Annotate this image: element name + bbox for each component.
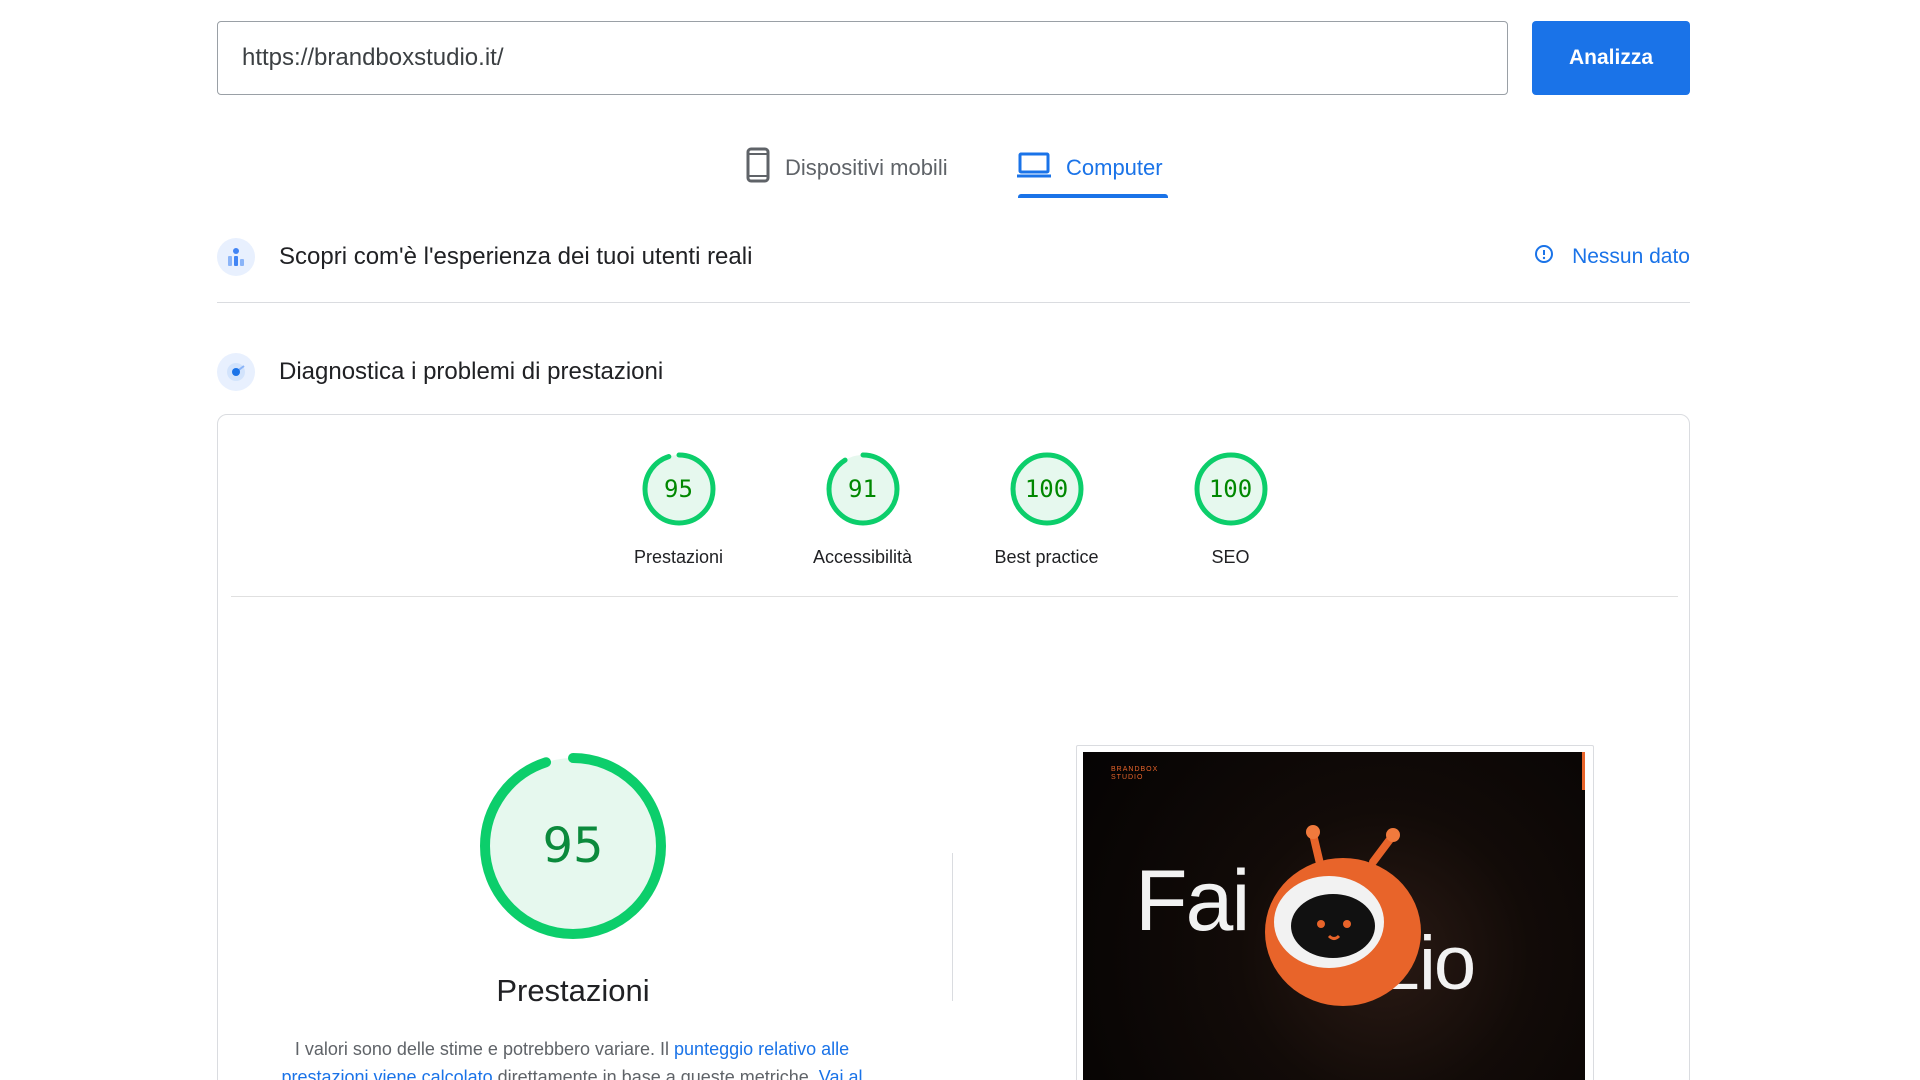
gauge-seo[interactable]: 100 SEO — [1139, 451, 1323, 568]
gauge-value: 95 — [664, 475, 693, 503]
diagnostics-section-header: Diagnostica i problemi di prestazioni — [217, 352, 1690, 392]
preview-brand-line: STUDIO — [1111, 774, 1144, 781]
gauge-label: Prestazioni — [633, 547, 724, 567]
score-gauges: 95 Prestazioni 91 Accessibilità 100 Best… — [218, 451, 1691, 568]
gauge-ring: 91 — [825, 451, 901, 527]
go-to-link[interactable]: Vai al — [819, 1067, 863, 1080]
crux-title: Scopri com'è l'esperienza dei tuoi utent… — [279, 243, 753, 270]
gauge-ring: 100 — [1193, 451, 1269, 527]
tab-selected-indicator — [1018, 194, 1168, 198]
section-divider — [217, 302, 1690, 303]
laptop-icon — [1016, 151, 1052, 185]
url-input[interactable] — [217, 21, 1508, 95]
vertical-divider — [952, 853, 953, 1001]
device-tabs: Dispositivi mobili Computer — [0, 138, 1920, 202]
performance-gauge-large: 95 — [478, 751, 668, 941]
page-screenshot: BRANDBOX STUDIO Fai zio — [1083, 752, 1585, 1080]
lighthouse-icon — [217, 353, 255, 391]
gauge-performance[interactable]: 95 Prestazioni — [587, 451, 771, 568]
desc-text: I valori sono delle stime e potrebbero v… — [294, 1039, 675, 1059]
tab-desktop-label: Computer — [1066, 155, 1163, 180]
gauge-ring: 100 — [1009, 451, 1085, 527]
preview-accent-bar — [1582, 752, 1585, 790]
tab-mobile-label: Dispositivi mobili — [785, 155, 948, 180]
robot-mascot-image — [1243, 822, 1443, 1027]
analyze-button[interactable]: Analizza — [1532, 21, 1690, 95]
gauge-label: Accessibilità — [812, 547, 913, 567]
users-chart-icon — [217, 238, 255, 276]
smartphone-icon — [745, 147, 771, 189]
gauge-label: Best practice — [994, 547, 1099, 567]
preview-brand-logo: BRANDBOX STUDIO — [1111, 766, 1158, 782]
gauge-best-practices[interactable]: 100 Best practice — [955, 451, 1139, 568]
diagnostics-title: Diagnostica i problemi di prestazioni — [279, 358, 664, 385]
gauge-ring: 95 — [641, 451, 717, 527]
page-screenshot-frame: BRANDBOX STUDIO Fai zio — [1076, 745, 1594, 1080]
card-divider — [231, 596, 1678, 597]
no-data-link[interactable]: Nessun dato — [1534, 237, 1690, 277]
performance-title: Prestazioni — [496, 973, 650, 1008]
gauge-accessibility[interactable]: 91 Accessibilità — [771, 451, 955, 568]
preview-brand-line: BRANDBOX — [1111, 766, 1159, 773]
gauge-value: 100 — [1024, 475, 1069, 503]
gauge-value: 91 — [848, 475, 877, 503]
crux-section-header: Scopri com'è l'esperienza dei tuoi utent… — [217, 237, 1690, 277]
report-card: 95 Prestazioni 91 Accessibilità 100 Best… — [217, 414, 1690, 1080]
desc-text: direttamente in base a queste metriche. — [492, 1067, 819, 1080]
performance-score: 95 — [542, 818, 604, 874]
performance-description: I valori sono delle stime e potrebbero v… — [280, 1035, 864, 1080]
gauge-label: SEO — [1211, 547, 1250, 567]
info-icon — [1534, 244, 1554, 270]
url-row: Analizza — [217, 21, 1690, 95]
tab-mobile[interactable]: Dispositivi mobili — [745, 138, 948, 198]
no-data-label: Nessun dato — [1572, 245, 1690, 268]
preview-headline-part: Fai — [1135, 853, 1250, 949]
gauge-value: 100 — [1208, 475, 1253, 503]
tab-desktop[interactable]: Computer — [1016, 138, 1163, 198]
